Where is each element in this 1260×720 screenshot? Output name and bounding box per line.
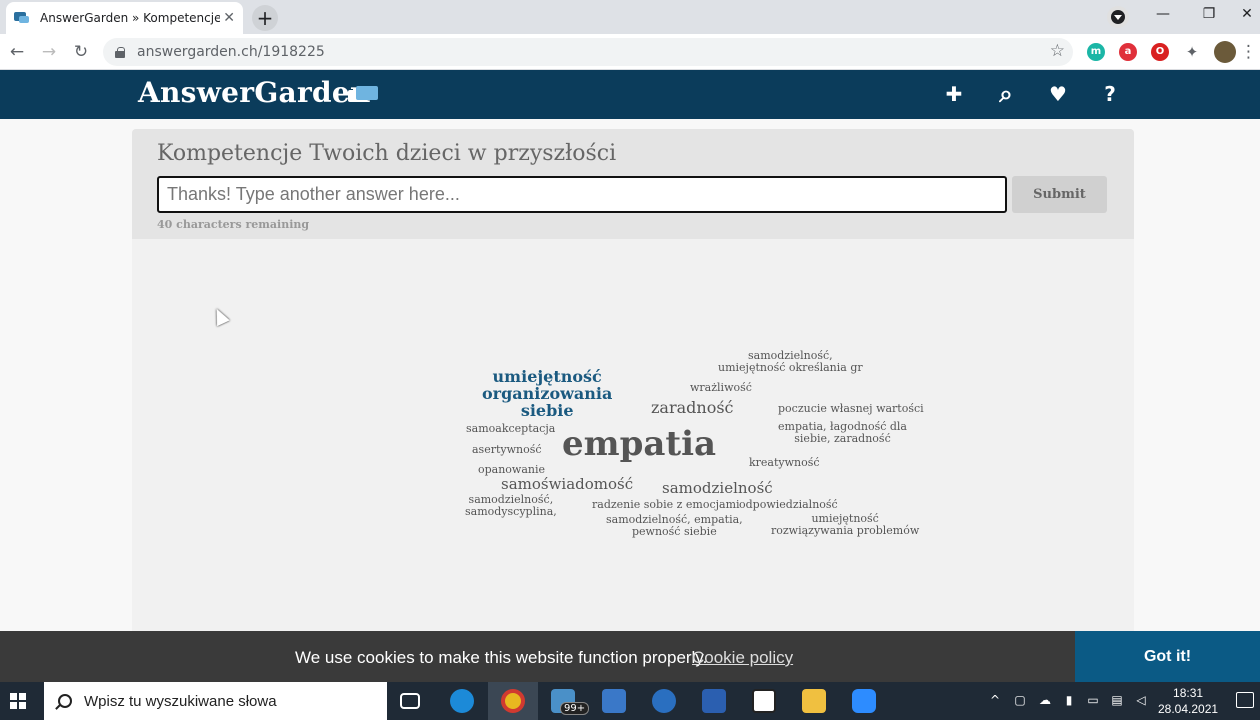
browser-menu-icon[interactable]: ⋮ bbox=[1240, 40, 1257, 64]
cloud-word[interactable]: samodzielność, umiejętność określania gr bbox=[718, 350, 863, 373]
browser-tabbar: AnswerGarden » Kompetencje Twoich dzieci… bbox=[0, 0, 1260, 34]
cloud-word[interactable]: radzenie sobie z emocjami bbox=[592, 499, 740, 511]
site-logo[interactable]: AnswerGarden bbox=[138, 76, 371, 109]
cloud-word[interactable]: samodzielność, samodyscyplina, bbox=[465, 494, 557, 517]
lock-icon bbox=[115, 46, 125, 58]
browser-toolbar: ← → ↻ answergarden.ch/1918225 ☆ m a O ✦ … bbox=[0, 34, 1260, 70]
cookie-message: We use cookies to make this website func… bbox=[295, 648, 708, 667]
answergarden-favicon-icon bbox=[14, 11, 30, 25]
forward-button[interactable]: → bbox=[37, 40, 61, 64]
tab-title: AnswerGarden » Kompetencje Twoich dzieci… bbox=[40, 11, 220, 25]
clock-time: 18:31 bbox=[1173, 686, 1204, 700]
cloud-word[interactable]: samodzielność bbox=[662, 480, 773, 497]
garden-panel: Kompetencje Twoich dzieci w przyszłości … bbox=[132, 129, 1134, 649]
notification-center-icon[interactable] bbox=[1236, 692, 1254, 708]
address-bar[interactable]: answergarden.ch/1918225 ☆ bbox=[103, 38, 1073, 66]
characters-remaining: 40 characters remaining bbox=[157, 218, 310, 231]
answer-input[interactable] bbox=[157, 176, 1007, 213]
search-icon[interactable]: ⌕ bbox=[992, 80, 1020, 108]
task-view-icon[interactable] bbox=[400, 693, 420, 709]
taskbar-search-box[interactable]: Wpisz tu wyszukiwane słowa bbox=[44, 682, 387, 720]
edge-icon[interactable] bbox=[450, 689, 474, 713]
browser-tab[interactable]: AnswerGarden » Kompetencje Twoich dzieci… bbox=[6, 2, 243, 34]
taskbar-search-placeholder: Wpisz tu wyszukiwane słowa bbox=[84, 692, 277, 710]
windows-taskbar: Wpisz tu wyszukiwane słowa 99+ ^ ▢ ☁ ▮ ▭… bbox=[0, 682, 1260, 720]
cloud-word[interactable]: wrażliwość bbox=[690, 382, 752, 394]
search-icon bbox=[58, 694, 72, 708]
back-button[interactable]: ← bbox=[5, 40, 29, 64]
store-icon[interactable] bbox=[602, 689, 626, 713]
tray-volume-icon[interactable]: ◁ bbox=[1134, 693, 1148, 707]
add-icon[interactable]: ✚ bbox=[940, 80, 968, 108]
answer-form: Kompetencje Twoich dzieci w przyszłości … bbox=[132, 129, 1134, 239]
cloud-word[interactable]: empatia, łagodność dla siebie, zaradność bbox=[778, 421, 907, 444]
minimize-button[interactable]: — bbox=[1148, 6, 1178, 22]
cloud-word[interactable]: samoświadomość bbox=[501, 476, 633, 493]
tray-onedrive-icon[interactable]: ☁ bbox=[1038, 693, 1052, 707]
cloud-word[interactable]: poczucie własnej wartości bbox=[778, 403, 924, 415]
cloud-word[interactable]: opanowanie bbox=[478, 464, 545, 476]
cloud-word[interactable]: samodzielność, empatia, pewność siebie bbox=[606, 514, 743, 537]
site-header: AnswerGarden ✚ ⌕ ♥ ? bbox=[0, 70, 1260, 119]
outlook-icon[interactable] bbox=[652, 689, 676, 713]
cloud-word[interactable]: zaradność bbox=[651, 399, 734, 417]
cloud-word[interactable]: umiejętność organizowania siebie bbox=[482, 368, 612, 419]
garden-question: Kompetencje Twoich dzieci w przyszłości bbox=[157, 141, 617, 166]
file-explorer-icon[interactable] bbox=[802, 689, 826, 713]
extension-adobe-icon[interactable]: a bbox=[1119, 43, 1137, 61]
extensions-puzzle-icon[interactable]: ✦ bbox=[1183, 43, 1201, 61]
extension-m-icon[interactable]: m bbox=[1087, 43, 1105, 61]
word-icon[interactable] bbox=[702, 689, 726, 713]
bookmark-star-icon[interactable]: ☆ bbox=[1050, 41, 1065, 61]
cloud-word[interactable]: umiejętność rozwiązywania problemów bbox=[771, 513, 919, 536]
chevron-down-icon bbox=[1111, 10, 1125, 24]
cookie-banner: We use cookies to make this website func… bbox=[0, 631, 1260, 682]
mail-badge: 99+ bbox=[560, 702, 590, 715]
cookie-accept-button[interactable]: Got it! bbox=[1075, 631, 1260, 682]
url-text: answergarden.ch/1918225 bbox=[137, 44, 325, 60]
cloud-word[interactable]: kreatywność bbox=[749, 457, 820, 469]
heart-icon[interactable]: ♥ bbox=[1044, 80, 1072, 108]
cloud-word-empatia[interactable]: empatia bbox=[562, 426, 716, 463]
new-tab-button[interactable]: + bbox=[252, 5, 278, 31]
zoom-icon[interactable] bbox=[852, 689, 876, 713]
cloud-word[interactable]: asertywność bbox=[472, 444, 542, 456]
profile-avatar[interactable] bbox=[1214, 41, 1236, 63]
tray-microphone-icon[interactable]: ▮ bbox=[1062, 693, 1076, 707]
restore-button[interactable]: ❐ bbox=[1194, 6, 1224, 22]
extension-opera-icon[interactable]: O bbox=[1151, 43, 1169, 61]
tray-battery-icon[interactable]: ▭ bbox=[1086, 693, 1100, 707]
tray-network-icon[interactable]: ▤ bbox=[1110, 693, 1124, 707]
notion-icon[interactable] bbox=[752, 689, 776, 713]
close-window-button[interactable]: ✕ bbox=[1232, 6, 1260, 22]
tray-chevron-up-icon[interactable]: ^ bbox=[988, 693, 1002, 707]
reload-button[interactable]: ↻ bbox=[69, 40, 93, 64]
submit-button[interactable]: Submit bbox=[1012, 176, 1107, 213]
tab-close-icon[interactable]: ✕ bbox=[223, 10, 235, 26]
windows-start-icon[interactable] bbox=[10, 693, 26, 709]
taskbar-clock[interactable]: 18:31 28.04.2021 bbox=[1158, 685, 1218, 717]
tab-search-button[interactable] bbox=[1107, 6, 1129, 28]
clock-date: 28.04.2021 bbox=[1158, 702, 1219, 716]
cookie-policy-link[interactable]: Cookie policy bbox=[692, 648, 793, 668]
tray-meet-icon[interactable]: ▢ bbox=[1013, 693, 1027, 707]
cloud-word[interactable]: samoakceptacja bbox=[466, 423, 555, 435]
chrome-icon[interactable] bbox=[501, 689, 525, 713]
logo-speech-bubble-icon bbox=[348, 86, 380, 106]
cloud-word[interactable]: odpowiedzialność bbox=[739, 499, 838, 511]
help-icon[interactable]: ? bbox=[1096, 80, 1124, 108]
